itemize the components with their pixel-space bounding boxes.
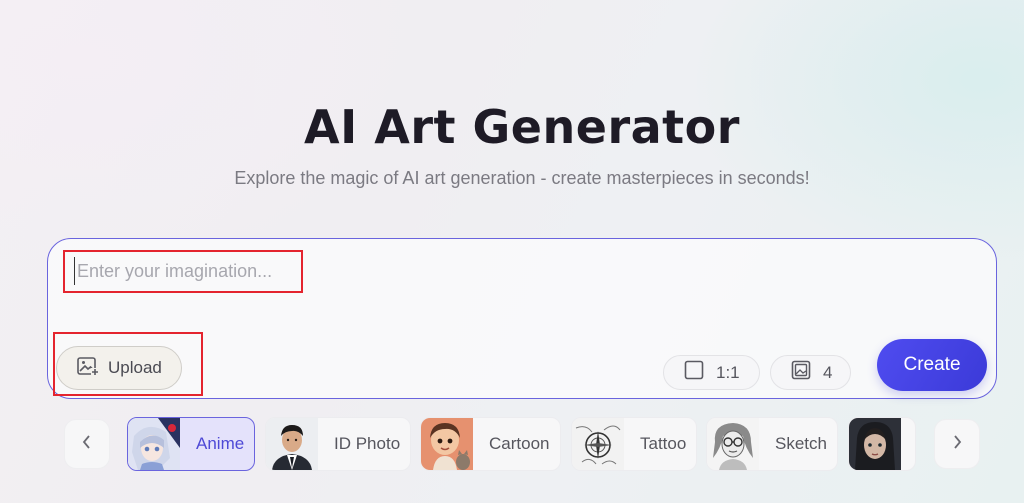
square-icon: [684, 360, 704, 385]
style-label: Cartoon: [489, 434, 550, 453]
image-count-button[interactable]: 4: [770, 355, 851, 390]
page-subtitle: Explore the magic of AI art generation -…: [234, 168, 810, 188]
carousel-next-button[interactable]: [934, 419, 980, 469]
style-card-anime[interactable]: Anime: [127, 417, 255, 471]
carousel-prev-button[interactable]: [64, 419, 110, 469]
upload-label: Upload: [108, 358, 162, 377]
tattoo-thumbnail: [572, 418, 624, 470]
image-stack-icon: [791, 360, 811, 385]
cartoon-thumbnail: [421, 418, 473, 470]
upload-button[interactable]: Upload: [56, 346, 182, 390]
style-card-id-photo[interactable]: ID Photo: [265, 417, 411, 471]
style-card-tattoo[interactable]: Tattoo: [571, 417, 697, 471]
chevron-left-icon: [81, 434, 93, 455]
aspect-ratio-value: 1:1: [716, 362, 740, 382]
style-label: Sketch: [775, 434, 827, 453]
style-label: ID Photo: [334, 434, 401, 453]
fantasy-thumbnail: [849, 418, 901, 470]
style-card-cartoon[interactable]: Cartoon: [420, 417, 561, 471]
create-button[interactable]: Create: [877, 339, 987, 391]
sketch-thumbnail: [707, 418, 759, 470]
aspect-ratio-button[interactable]: 1:1: [663, 355, 760, 390]
page-title: AI Art Generator: [304, 100, 740, 154]
chevron-right-icon: [951, 434, 963, 455]
style-label: Anime: [196, 434, 245, 453]
prompt-input[interactable]: [74, 257, 674, 285]
anime-thumbnail: [128, 418, 180, 470]
image-add-icon: [77, 356, 99, 381]
style-card-fantasy[interactable]: [848, 417, 916, 471]
prompt-box: [47, 238, 997, 399]
id-photo-thumbnail: [266, 418, 318, 470]
style-label: Tattoo: [640, 434, 687, 453]
image-count-value: 4: [823, 362, 833, 382]
style-card-sketch[interactable]: Sketch: [706, 417, 838, 471]
